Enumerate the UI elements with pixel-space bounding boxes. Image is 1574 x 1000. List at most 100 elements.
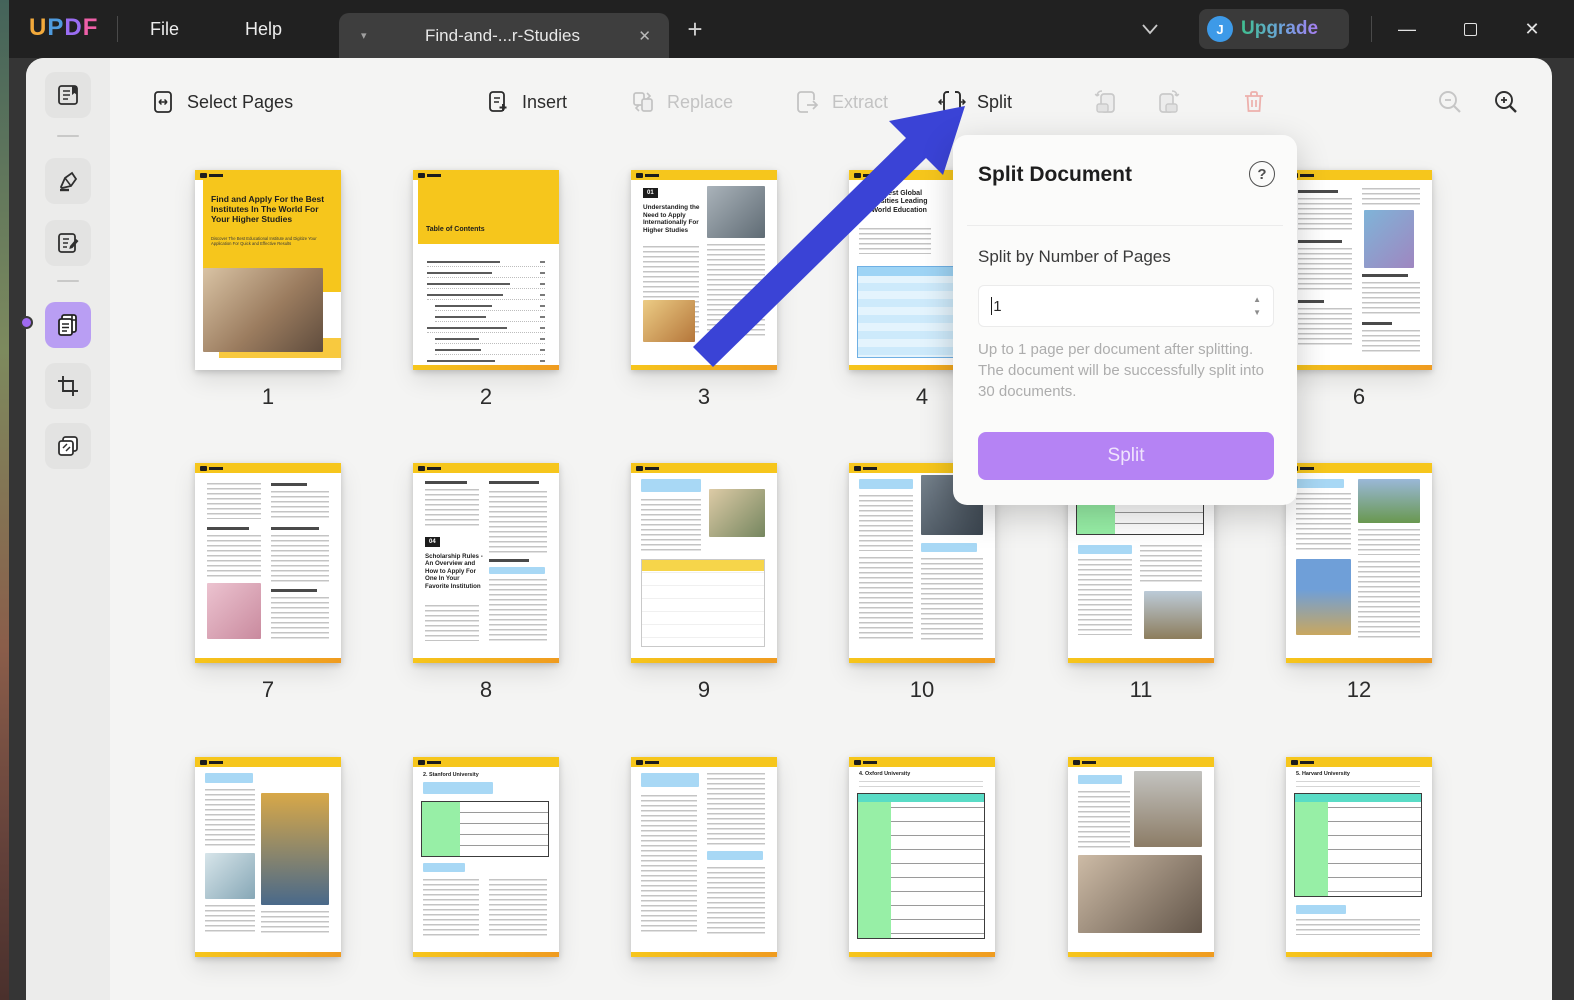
page-number: 8 [413,677,559,703]
split-hint-text: Up to 1 page per document after splittin… [978,339,1280,402]
menu-help[interactable]: Help [227,0,300,58]
avatar[interactable]: J [1207,16,1233,42]
zoom-in-button[interactable] [1492,75,1520,129]
page-thumbnail-17[interactable] [1068,757,1214,957]
page-number: 1 [195,384,341,410]
page-thumbnail-15[interactable] [631,757,777,957]
insert-icon [485,89,511,115]
sidebar-item-comment[interactable] [45,158,91,204]
page-number: 9 [631,677,777,703]
help-icon[interactable]: ? [1249,161,1275,187]
extract-button[interactable]: Extract [795,75,888,129]
spinner-down-icon[interactable]: ▼ [1253,309,1261,317]
logo-letter: D [64,14,82,41]
rotate-right-button[interactable] [1152,75,1182,129]
menu-file[interactable]: File [132,0,197,58]
reader-icon [55,82,81,108]
upgrade-label: Upgrade [1241,18,1318,40]
dialog-title: Split Document [978,163,1132,187]
page3-title: Understanding the Need to Apply Internat… [643,204,701,235]
page-thumbnail-2[interactable]: Table of Contents 2 [413,170,559,410]
pages-copy-icon [55,433,81,459]
logo-letter: F [83,14,99,41]
rotate-right-icon [1152,87,1182,117]
close-button[interactable]: ✕ [1509,0,1555,58]
logo-letter: U [29,14,47,41]
minimize-button[interactable]: — [1384,0,1430,58]
page-thumbnail-13[interactable] [195,757,341,957]
updf-logo: UPDF [29,14,98,42]
dialog-divider [967,225,1283,226]
new-tab-button[interactable]: + [677,10,713,48]
split-document-dialog: Split Document ? Split by Number of Page… [953,135,1297,505]
page18-title: 5. Harvard University [1296,771,1350,777]
page-thumbnail-9[interactable]: 9 [631,463,777,703]
page-thumbnail-3[interactable]: 01 Understanding the Need to Apply Inter… [631,170,777,410]
page-thumbnail-6[interactable]: 6 [1286,170,1432,410]
select-pages-icon [150,89,176,115]
desktop-wallpaper-sliver [0,0,9,1000]
maximize-button[interactable] [1447,0,1493,58]
replace-icon [630,89,656,115]
page-thumbnail-16[interactable]: 4. Oxford University [849,757,995,957]
page16-title: 4. Oxford University [859,771,910,777]
toc-title: Table of Contents [426,226,485,234]
pages-per-document-input[interactable]: 1 ▲ ▼ [978,285,1274,327]
page1-subtitle: Discover The Best Educational Institute … [211,236,321,247]
zoom-in-icon [1492,88,1520,116]
split-label: Split [977,92,1012,113]
tab-close-icon[interactable]: ✕ [638,27,651,45]
sidebar-item-edit[interactable] [45,220,91,266]
sidebar [26,58,110,1000]
insert-label: Insert [522,92,567,113]
document-tab[interactable]: ▾ Find-and-...r-Studies ✕ [339,13,669,58]
app-window: UPDF File Help ▾ Find-and-...r-Studies ✕… [0,0,1574,1000]
chapter-chip: 01 [643,188,658,198]
split-by-pages-label: Split by Number of Pages [978,247,1171,267]
sidebar-item-crop[interactable] [45,363,91,409]
delete-pages-button[interactable] [1240,75,1268,129]
split-confirm-button[interactable]: Split [978,432,1274,480]
rotate-left-button[interactable] [1092,75,1122,129]
highlighter-icon [55,168,82,195]
split-button-toolbar[interactable]: Split [938,75,1012,129]
maximize-icon [1464,23,1477,36]
page-thumbnail-18[interactable]: 5. Harvard University [1286,757,1432,957]
extract-icon [795,89,821,115]
select-pages-button[interactable]: Select Pages [150,75,293,129]
page-number: 3 [631,384,777,410]
spinner-up-icon[interactable]: ▲ [1253,296,1261,304]
replace-label: Replace [667,92,733,113]
trash-icon [1240,88,1268,116]
page-number: 2 [413,384,559,410]
rotate-left-icon [1092,87,1122,117]
page1-title: Find and Apply For the Best Institutes I… [211,194,327,225]
zoom-out-button[interactable] [1436,75,1464,129]
content-panel: Select Pages Insert Replace Extract Spli… [26,58,1552,1000]
menu-divider [117,16,118,42]
sidebar-item-watermark[interactable] [45,423,91,469]
page-number: 12 [1286,677,1432,703]
logo-letter: P [47,14,64,41]
sidebar-item-reader[interactable] [45,72,91,118]
text-caret [991,297,992,315]
extract-label: Extract [832,92,888,113]
controls-divider [1371,16,1372,42]
page-thumbnail-7[interactable]: 7 [195,463,341,703]
page-number: 7 [195,677,341,703]
page-number: 6 [1286,384,1432,410]
chevron-down-icon[interactable] [1137,17,1173,41]
panel-drag-handle[interactable] [20,316,33,329]
chapter-chip: 04 [425,537,440,547]
insert-button[interactable]: Insert [485,75,567,129]
zoom-out-icon [1436,88,1464,116]
page-thumbnail-14[interactable]: 2. Stanford University [413,757,559,957]
upgrade-button[interactable]: J Upgrade [1199,9,1349,49]
page-number: 10 [849,677,995,703]
page-thumbnail-1[interactable]: Find and Apply For the Best Institutes I… [195,170,341,410]
page-thumbnail-12[interactable]: 12 [1286,463,1432,703]
page-thumbnail-8[interactable]: 04 Scholarship Rules - An Overview and H… [413,463,559,703]
sidebar-item-organize-pages[interactable] [45,302,91,348]
crop-icon [55,373,81,399]
replace-button[interactable]: Replace [630,75,733,129]
